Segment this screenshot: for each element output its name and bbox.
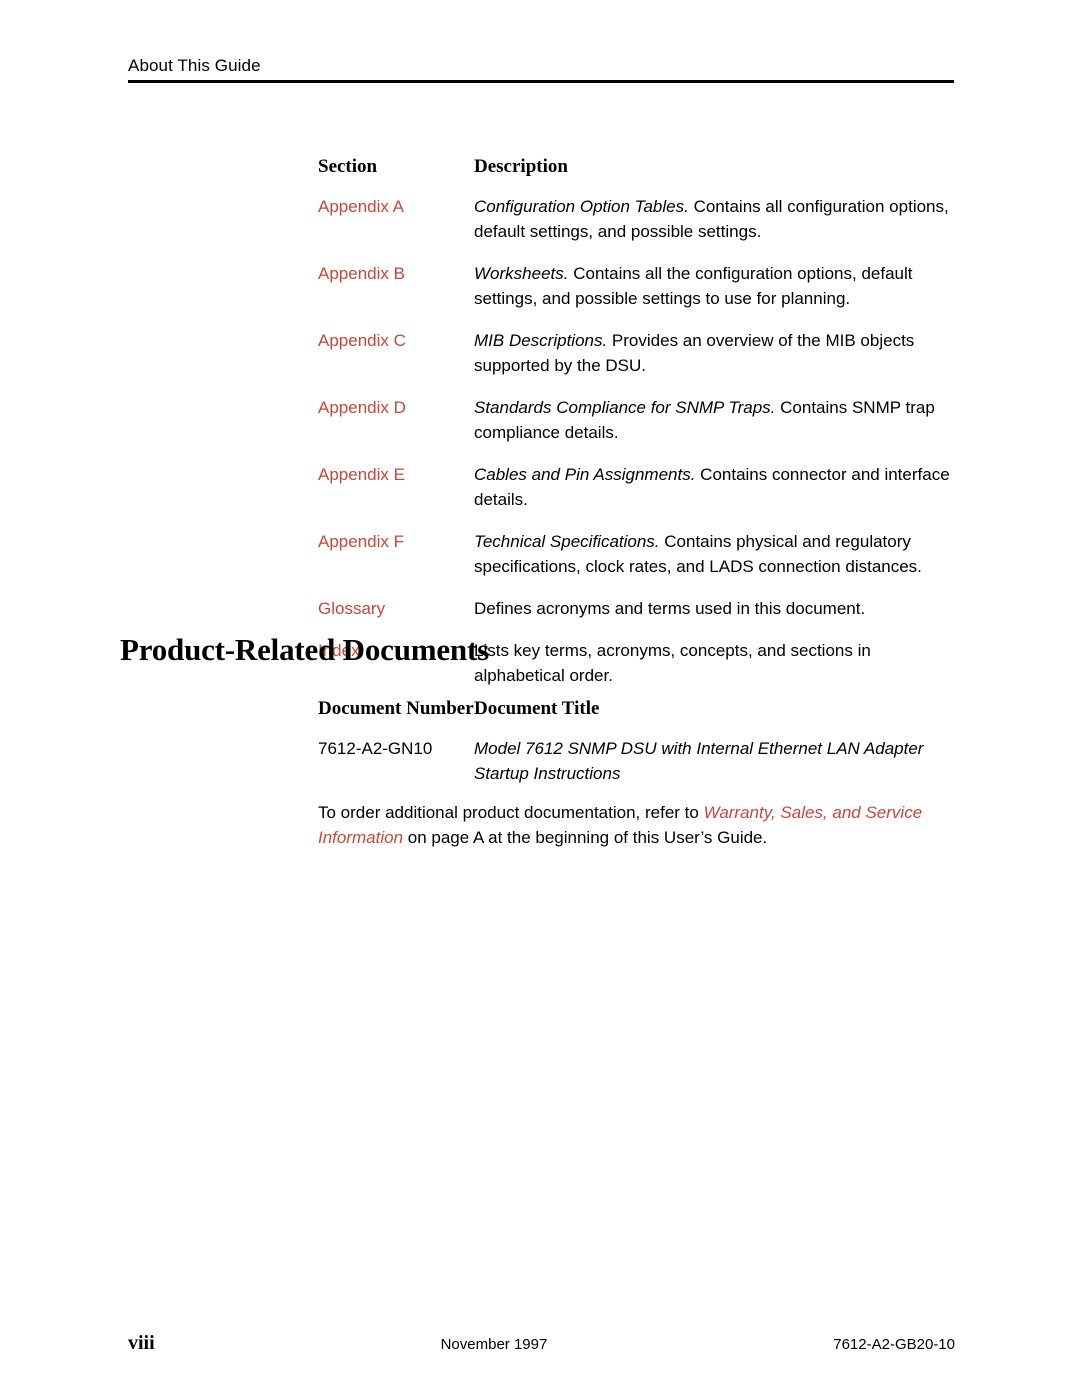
sections-table-header-row: Section Description [318,156,958,178]
section-description: Cables and Pin Assignments. Contains con… [474,462,958,512]
table-row: Appendix B Worksheets. Contains all the … [318,261,958,311]
section-description: Lists key terms, acronyms, concepts, and… [474,638,958,688]
document-title: Model 7612 SNMP DSU with Internal Ethern… [474,739,924,783]
sections-table: Section Description Appendix A Configura… [318,156,958,688]
section-link[interactable]: Glossary [318,596,474,621]
table-row: Glossary Defines acronyms and terms used… [318,596,958,621]
table-row: Appendix A Configuration Option Tables. … [318,194,958,244]
running-header-title: About This Guide [128,56,261,75]
table-row: Appendix D Standards Compliance for SNMP… [318,395,958,445]
description-body: Lists key terms, acronyms, concepts, and… [474,641,871,685]
footer-page-number: viii [128,1332,155,1354]
section-link[interactable]: Appendix B [318,261,474,311]
section-description: Technical Specifications. Contains physi… [474,529,958,579]
document-page: About This Guide Section Description App… [0,0,1080,1397]
description-title: Configuration Option Tables. [474,197,689,216]
table-row: 7612-A2-GN10 Model 7612 SNMP DSU with In… [318,736,958,786]
description-title: Standards Compliance for SNMP Traps. [474,398,776,417]
section-link[interactable]: Appendix F [318,529,474,579]
column-header-section: Section [318,156,378,177]
section-description: Defines acronyms and terms used in this … [474,596,958,621]
section-link[interactable]: Appendix E [318,462,474,512]
description-title: MIB Descriptions. [474,331,608,350]
description-title: Worksheets. [474,264,569,283]
description-body: Defines acronyms and terms used in this … [474,599,866,618]
column-header-document-number: Document Number [318,698,474,719]
table-row: Appendix C MIB Descriptions. Provides an… [318,328,958,378]
section-description: Standards Compliance for SNMP Traps. Con… [474,395,958,445]
order-documentation-paragraph: To order additional product documentatio… [318,800,958,850]
footer-document-number: 7612-A2-GB20-10 [833,1336,955,1353]
paragraph-lead-text: To order additional product documentatio… [318,803,704,822]
section-link[interactable]: Appendix A [318,194,474,244]
section-link[interactable]: Appendix D [318,395,474,445]
description-title: Cables and Pin Assignments. [474,465,696,484]
documents-table-header-row: Document Number Document Title [318,698,958,720]
column-header-document-title: Document Title [474,698,600,719]
document-number: 7612-A2-GN10 [318,739,433,758]
section-description: MIB Descriptions. Provides an overview o… [474,328,958,378]
header-rule [128,80,954,83]
running-header: About This Guide [128,56,954,83]
product-documents-table: Document Number Document Title 7612-A2-G… [318,698,958,786]
section-description: Worksheets. Contains all the configurati… [474,261,958,311]
paragraph-tail-text: on page A at the beginning of this User’… [403,828,768,847]
section-description: Configuration Option Tables. Contains al… [474,194,958,244]
section-link[interactable]: Appendix C [318,328,474,378]
table-row: Appendix E Cables and Pin Assignments. C… [318,462,958,512]
table-row: Appendix F Technical Specifications. Con… [318,529,958,579]
column-header-description: Description [474,156,568,177]
page-title: Product-Related Documents [120,632,489,667]
page-footer: viii November 1997 7612-A2-GB20-10 [128,1332,955,1356]
footer-date: November 1997 [440,1336,548,1353]
description-title: Technical Specifications. [474,532,660,551]
